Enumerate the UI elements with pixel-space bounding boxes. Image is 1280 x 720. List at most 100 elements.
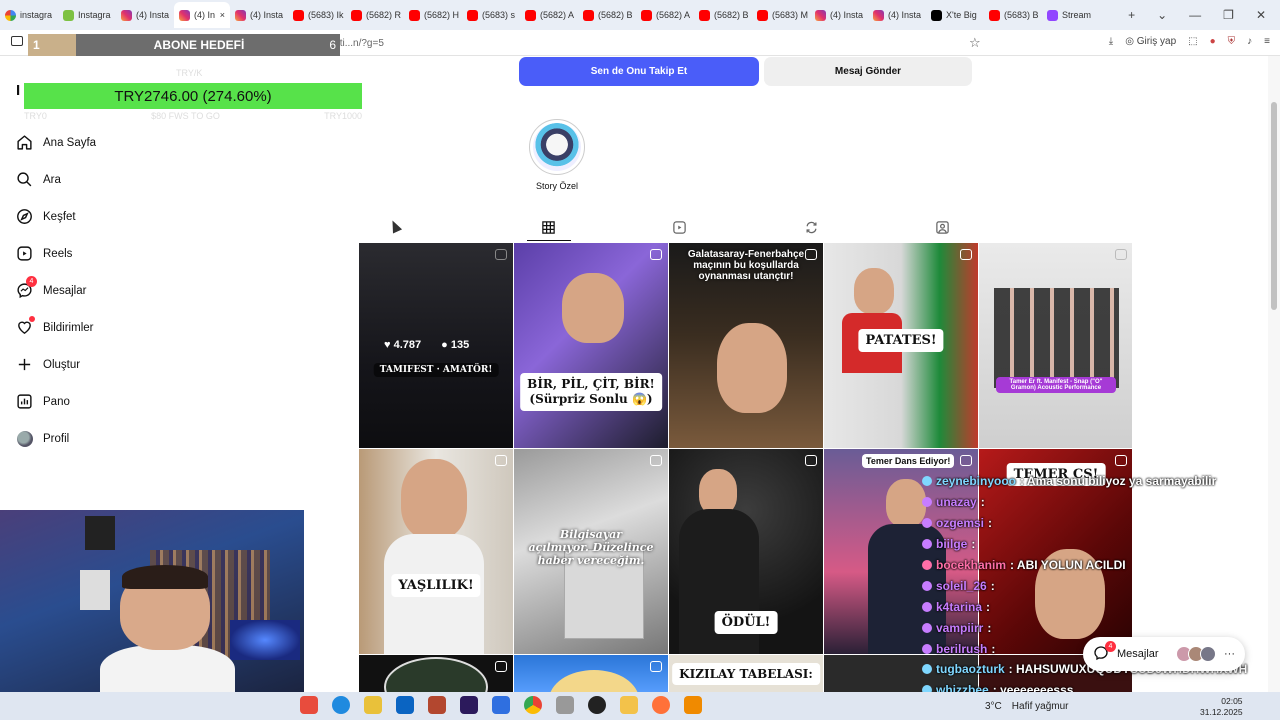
post-12[interactable] (514, 655, 668, 695)
browser-tab[interactable]: (4) In × (174, 2, 230, 28)
vlc-icon[interactable] (684, 696, 702, 714)
clock-date: 31.12.2025 (1200, 707, 1243, 717)
sidebar-toggle-icon[interactable] (11, 36, 23, 46)
signin-label[interactable]: Giriş yap (1137, 36, 1176, 47)
more-icon[interactable]: ··· (1224, 648, 1235, 660)
menu-icon[interactable]: ≡ (1264, 36, 1270, 47)
minimize-icon[interactable]: — (1189, 8, 1201, 22)
tab-tagged[interactable] (934, 219, 950, 235)
weather-widget[interactable]: 3°C Hafif yağmur (985, 701, 1068, 712)
browser-tab[interactable]: (5683) s (462, 2, 520, 28)
page-scrollbar[interactable] (1268, 56, 1280, 696)
browser-tab[interactable]: (5682) B (578, 2, 636, 28)
sidebar-item-search[interactable]: Ara (0, 161, 300, 198)
close-tab-icon[interactable]: × (220, 10, 225, 20)
sidebar-item-reels[interactable]: Reels (0, 235, 300, 272)
sidebar-item-dashboard[interactable]: Pano (0, 383, 300, 420)
browser-tab-label: (5682) R (366, 10, 402, 20)
browser-tab[interactable]: Instagra (58, 2, 116, 28)
tab-reels[interactable] (671, 219, 687, 235)
instagram-logo[interactable]: I (16, 82, 20, 99)
youtube-icon (641, 9, 652, 21)
premiere-icon[interactable] (460, 696, 478, 714)
extension-red-icon[interactable]: ● (1210, 36, 1216, 47)
sidebar-item-create[interactable]: Oluştur (0, 346, 300, 383)
volume-icon[interactable]: ♪ (1247, 36, 1252, 47)
sidebar-item-label: Keşfet (43, 210, 76, 223)
app-icon[interactable] (556, 696, 574, 714)
tab-posts[interactable] (540, 219, 556, 235)
obs-icon[interactable] (588, 696, 606, 714)
message-button[interactable]: Mesaj Gönder (764, 57, 972, 86)
post-2[interactable]: BİR, PİL, ÇİT, BİR! (Sürpriz Sonlu 😱) (514, 243, 668, 448)
system-clock[interactable]: 02:05 31.12.2025 (1200, 696, 1243, 718)
follow-back-button[interactable]: Sen de Onu Takip Et (519, 57, 759, 86)
messages-float-button[interactable]: 4 Mesajlar ··· (1083, 637, 1245, 671)
app-icon[interactable] (300, 696, 318, 714)
browser-tab[interactable]: (4) Insta (230, 2, 288, 28)
post-1[interactable]: ♥ 4.787 ● 135 TAMIFEST · AMATÖR! (359, 243, 513, 448)
app-icon[interactable] (492, 696, 510, 714)
browser-tab[interactable]: (5682) H (404, 2, 462, 28)
maximize-icon[interactable]: ❐ (1223, 8, 1234, 22)
browser-tab[interactable]: (5683) M (752, 2, 810, 28)
ticker-top-label: TRY/K (176, 68, 203, 78)
extension-shield-icon[interactable]: ⛨ (1228, 36, 1236, 47)
chat-text: : (971, 537, 976, 552)
outlook-icon[interactable] (396, 696, 414, 714)
browser-tab[interactable]: (4) Insta (116, 2, 174, 28)
post-4[interactable]: PATATES! (824, 243, 978, 448)
browser-tab[interactable]: (4) Insta (810, 2, 868, 28)
sidebar-item-home[interactable]: Ana Sayfa (0, 124, 300, 161)
profile-icon[interactable]: ◎ Giriş yap (1125, 36, 1176, 47)
explorer-icon[interactable] (620, 696, 638, 714)
post-7[interactable]: Bilgisayar açılmıyor. Düzelince haber ve… (514, 449, 668, 654)
tab-reposts[interactable] (803, 219, 819, 235)
post-5[interactable]: Tamer Er ft. Manifest - Snap ("O" Gramon… (979, 243, 1132, 448)
post-3[interactable]: Galatasaray-Fenerbahçe maçının bu koşull… (669, 243, 823, 448)
close-window-icon[interactable]: ✕ (1256, 8, 1266, 22)
app-icon[interactable] (428, 696, 446, 714)
messages-float-badge: 4 (1105, 641, 1116, 652)
search-icon (16, 171, 33, 188)
post-11[interactable] (359, 655, 513, 695)
edge-icon[interactable] (332, 696, 350, 714)
chat-badge-icon (922, 664, 932, 675)
sidebar-item-explore[interactable]: Keşfet (0, 198, 300, 235)
browser-tab[interactable]: (5682) A (520, 2, 578, 28)
goal-label: ABONE HEDEFİ (153, 38, 245, 52)
new-tab-button[interactable]: + (1128, 8, 1135, 22)
browser-tab[interactable]: (5683) Ik (288, 2, 346, 28)
post-caption: BİR, PİL, ÇİT, BİR! (Sürpriz Sonlu 😱) (520, 373, 662, 411)
browser-tab[interactable]: instagra (0, 2, 58, 28)
post-6[interactable]: YAŞLILIK! (359, 449, 513, 654)
download-icon[interactable]: ⤓ (1109, 36, 1113, 47)
chrome-icon[interactable] (524, 696, 542, 714)
browser-tab[interactable]: Stream (1042, 2, 1100, 28)
post-8[interactable]: ÖDÜL! (669, 449, 823, 654)
browser-tab[interactable]: (5682) B (694, 2, 752, 28)
scrollbar-thumb[interactable] (1271, 102, 1277, 310)
post-caption: KIZILAY TABELASI: (672, 663, 820, 685)
browser-tab[interactable]: (5682) A (636, 2, 694, 28)
extension-icon[interactable]: ⬚ (1188, 36, 1197, 47)
ticker-max: TRY1000 (324, 111, 362, 121)
browser-tab[interactable]: (4) Insta (868, 2, 926, 28)
active-tab-indicator (527, 240, 571, 241)
chat-username: biilge (936, 537, 968, 552)
story-highlight[interactable] (529, 119, 585, 175)
browser-tab[interactable]: (5682) R (346, 2, 404, 28)
browser-tab-label: (4) Insta (250, 10, 284, 20)
browser-tab[interactable]: (5683) B (984, 2, 1042, 28)
sidebar-item-notifications[interactable]: Bildirimler (0, 309, 300, 346)
donation-ticker: TRY2746.00 (274.60%) (24, 83, 362, 109)
sidebar-item-messages[interactable]: 4 Mesajlar (0, 272, 300, 309)
store-icon[interactable] (364, 696, 382, 714)
bookmark-star-icon[interactable]: ☆ (969, 35, 981, 51)
youtube-icon (351, 9, 362, 21)
sidebar-item-profile[interactable]: Profil (0, 420, 300, 457)
firefox-icon[interactable] (652, 696, 670, 714)
tab-search-icon[interactable]: ⌄ (1157, 8, 1167, 22)
browser-tab[interactable]: X'te Big (926, 2, 984, 28)
post-13[interactable]: KIZILAY TABELASI: (669, 655, 823, 695)
